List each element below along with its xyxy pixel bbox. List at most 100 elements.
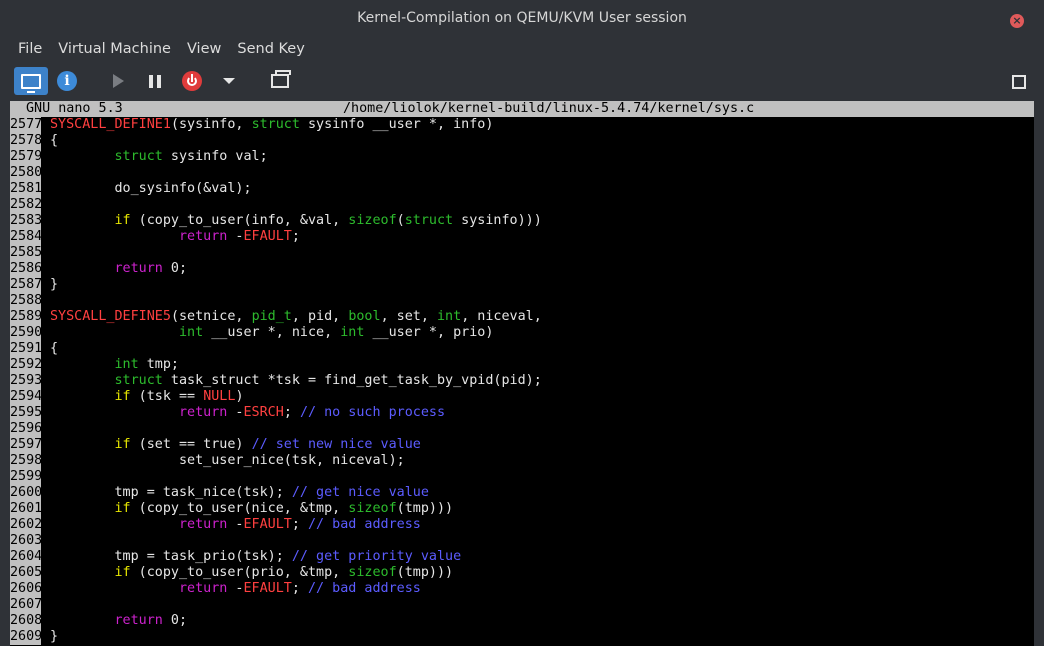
details-button[interactable]: i: [49, 67, 85, 95]
code-line: 2609}: [10, 629, 1034, 645]
code-area[interactable]: 2577 SYSCALL_DEFINE1(sysinfo, struct sysi…: [10, 117, 1034, 645]
code-token: ESRCH: [243, 405, 284, 420]
code-token: if: [114, 213, 131, 228]
line-text: {: [50, 341, 58, 357]
code-line: 2583 if (copy_to_user(info, &val, sizeof…: [10, 213, 1034, 229]
chevron-down-icon: [223, 78, 235, 84]
code-token: (copy_to_user(prio, &tmp,: [130, 565, 349, 580]
line-number: 2603: [10, 533, 41, 549]
vm-console-screen[interactable]: GNU nano 5.3 /home/liolok/kernel-build/l…: [10, 101, 1034, 646]
line-number: 2581: [10, 181, 41, 197]
code-token: struct: [404, 213, 454, 228]
line-number: 2591: [10, 341, 41, 357]
code-line: 2603: [10, 533, 1034, 549]
menu-virtual-machine[interactable]: Virtual Machine: [58, 41, 171, 57]
code-token: bool: [348, 309, 381, 324]
code-line: 2606 return -EFAULT; // bad address: [10, 581, 1034, 597]
line-text: if (copy_to_user(info, &val, sizeof(stru…: [50, 213, 542, 229]
code-token: -: [227, 405, 244, 420]
code-line: 2585: [10, 245, 1034, 261]
code-token: struct: [114, 373, 163, 388]
code-token: , niceval,: [461, 309, 542, 324]
code-token: (tmp))): [396, 501, 454, 516]
line-number: 2609: [10, 629, 41, 645]
line-number: 2590: [10, 325, 41, 341]
code-token: , pid,: [291, 309, 349, 324]
code-token: (set == true): [130, 437, 252, 452]
code-token: int: [114, 357, 139, 372]
line-number: 2588: [10, 293, 41, 309]
line-number: 2582: [10, 197, 41, 213]
code-token: if: [114, 501, 131, 516]
window-title: Kernel-Compilation on QEMU/KVM User sess…: [357, 10, 687, 26]
snapshot-button[interactable]: [262, 67, 298, 95]
menu-bar: File Virtual Machine View Send Key: [0, 36, 1044, 62]
line-text: return -ESRCH; // no such process: [50, 405, 445, 421]
code-token: , set,: [380, 309, 437, 324]
code-token: __user *, prio): [364, 325, 494, 340]
line-text: set_user_nice(tsk, niceval);: [50, 453, 405, 469]
close-button[interactable]: ×: [1010, 14, 1024, 28]
toolbar: i: [0, 62, 1044, 100]
code-token: SYSCALL_DEFINE1: [50, 117, 171, 132]
line-number: 2583: [10, 213, 41, 229]
nano-title-bar: GNU nano 5.3 /home/liolok/kernel-build/l…: [10, 101, 1034, 117]
code-token: struct: [114, 149, 163, 164]
shutdown-menu-button[interactable]: [211, 67, 247, 95]
shutdown-button[interactable]: [174, 67, 210, 95]
fullscreen-icon[interactable]: [1012, 75, 1026, 89]
code-token: }: [50, 277, 59, 292]
code-line: 2593 struct task_struct *tsk = find_get_…: [10, 373, 1034, 389]
code-line: 2608 return 0;: [10, 613, 1034, 629]
code-token: return: [114, 613, 163, 628]
code-token: struct: [251, 117, 300, 132]
play-icon: [112, 74, 124, 88]
code-token: ): [235, 389, 244, 404]
info-icon: i: [57, 71, 77, 91]
line-text: tmp = task_prio(tsk); // get priority va…: [50, 549, 461, 565]
line-text: if (tsk == NULL): [50, 389, 244, 405]
menu-view[interactable]: View: [187, 41, 221, 57]
code-line: 2592 int tmp;: [10, 357, 1034, 373]
menu-send-key[interactable]: Send Key: [237, 41, 304, 57]
code-token: if: [114, 565, 131, 580]
line-number: 2606: [10, 581, 41, 597]
code-token: return: [179, 229, 228, 244]
power-icon: [182, 71, 202, 91]
code-token: sysinfo val;: [162, 149, 268, 164]
title-bar: Kernel-Compilation on QEMU/KVM User sess…: [0, 0, 1044, 36]
line-text: if (copy_to_user(prio, &tmp, sizeof(tmp)…: [50, 565, 454, 581]
code-line: 2596: [10, 421, 1034, 437]
line-text: struct task_struct *tsk = find_get_task_…: [50, 373, 542, 389]
code-token: tmp = task_prio(tsk);: [50, 549, 292, 564]
display-icon: [21, 73, 41, 93]
snapshot-icon: [271, 70, 291, 88]
line-number: 2578: [10, 133, 41, 149]
line-text: return -EFAULT; // bad address: [50, 581, 421, 597]
line-text: return -EFAULT; // bad address: [50, 517, 421, 533]
menu-file[interactable]: File: [18, 41, 42, 57]
code-token: return: [114, 261, 163, 276]
line-number: 2596: [10, 421, 41, 437]
code-token: }: [50, 629, 59, 644]
code-token: int: [179, 325, 204, 340]
line-text: {: [50, 133, 58, 149]
line-number: 2599: [10, 469, 41, 485]
line-number: 2607: [10, 597, 41, 613]
console-button[interactable]: [14, 67, 48, 95]
run-button[interactable]: [100, 67, 136, 95]
code-token: sizeof: [348, 213, 397, 228]
code-line: 2594 if (tsk == NULL): [10, 389, 1034, 405]
line-number: 2589: [10, 309, 41, 325]
pause-button[interactable]: [137, 67, 173, 95]
line-number: 2587: [10, 277, 41, 293]
line-number: 2580: [10, 165, 41, 181]
line-number: 2592: [10, 357, 41, 373]
line-number: 2597: [10, 437, 41, 453]
code-line: 2597 if (set == true) // set new nice va…: [10, 437, 1034, 453]
